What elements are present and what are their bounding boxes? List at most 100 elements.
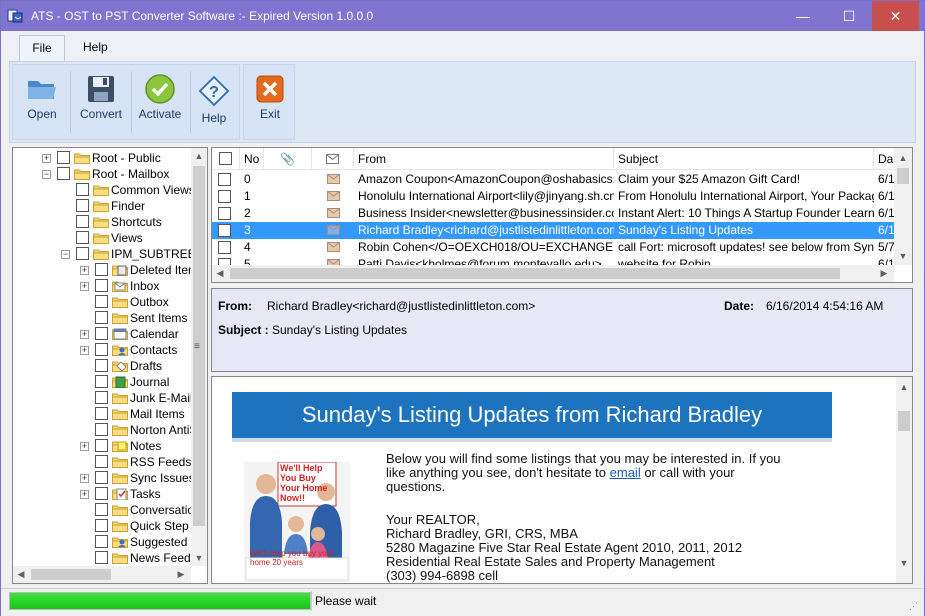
body-vertical-scrollbar[interactable]: ▲ ▼ — [896, 377, 912, 583]
open-button[interactable]: Open — [13, 67, 71, 137]
tree-item[interactable]: Norton AntiS — [13, 422, 197, 438]
tree-checkbox[interactable] — [95, 439, 108, 452]
email-link[interactable]: email — [610, 465, 641, 480]
tree-item[interactable]: Finder — [13, 198, 191, 214]
select-all-checkbox[interactable] — [219, 152, 232, 165]
tree-checkbox[interactable] — [95, 343, 108, 356]
help-button[interactable]: ? Help — [185, 67, 243, 137]
scroll-right-icon[interactable]: ▶ — [173, 566, 189, 582]
tree-checkbox[interactable] — [95, 311, 108, 324]
tree-checkbox[interactable] — [95, 327, 108, 340]
tree-item[interactable]: Drafts — [13, 358, 191, 374]
tree-item[interactable]: Sent Items — [13, 310, 191, 326]
tree-item[interactable]: Mail Items — [13, 406, 191, 422]
tree-item[interactable]: + Calendar — [13, 326, 191, 342]
title-bar[interactable]: ATS - OST to PST Converter Software :- E… — [1, 1, 924, 31]
message-row[interactable]: 0 Amazon Coupon<AmazonCoupon@oshabasics.c… — [212, 171, 894, 188]
tree-expander-icon[interactable]: + — [80, 490, 89, 499]
tree-item[interactable]: − Root - Mailbox — [13, 166, 191, 182]
row-checkbox[interactable] — [218, 224, 231, 237]
tree-item[interactable]: Conversation — [13, 502, 201, 518]
tree-expander-icon[interactable]: + — [80, 330, 89, 339]
tree-checkbox[interactable] — [57, 167, 70, 180]
scroll-down-icon[interactable]: ▼ — [896, 555, 912, 571]
header-select-all[interactable] — [212, 148, 240, 170]
convert-button[interactable]: Convert — [72, 67, 130, 137]
tree-checkbox[interactable] — [95, 519, 108, 532]
message-row[interactable]: 2 Business Insider<newsletter@businessins… — [212, 205, 894, 222]
tree-expander-icon[interactable]: + — [80, 266, 89, 275]
tree-item[interactable]: Views — [13, 230, 191, 246]
tree-item[interactable]: Junk E-Mail — [13, 390, 193, 406]
splitter-grip-icon[interactable]: ≡ — [194, 341, 200, 352]
tree-checkbox[interactable] — [57, 151, 70, 164]
tree-checkbox[interactable] — [95, 279, 108, 292]
tree-checkbox[interactable] — [95, 503, 108, 516]
list-scroll-thumb[interactable] — [897, 168, 909, 184]
tree-checkbox[interactable] — [95, 471, 108, 484]
minimize-button[interactable]: — — [780, 1, 826, 31]
folder-tree[interactable]: + Root - Public − Root - Mailbox Common View… — [12, 147, 208, 584]
row-checkbox[interactable] — [218, 241, 231, 254]
tree-checkbox[interactable] — [95, 359, 108, 372]
tree-item[interactable]: + Deleted Item — [13, 262, 198, 278]
tree-item[interactable]: − IPM_SUBTREE — [13, 246, 196, 262]
row-checkbox[interactable] — [218, 207, 231, 220]
scroll-right-icon[interactable]: ▶ — [876, 265, 892, 281]
list-vertical-scrollbar[interactable]: ▲ ▼ — [894, 148, 912, 265]
exit-button[interactable]: Exit — [241, 67, 299, 137]
header-attachment[interactable]: 📎 — [264, 148, 312, 170]
tree-expander-icon[interactable]: + — [80, 442, 89, 451]
tree-checkbox[interactable] — [95, 375, 108, 388]
tree-item[interactable]: + Contacts — [13, 342, 191, 358]
tree-checkbox[interactable] — [95, 263, 108, 276]
tree-item[interactable]: Journal — [13, 374, 191, 390]
tree-item[interactable]: News Feed — [13, 550, 191, 566]
list-horizontal-scrollbar[interactable]: ◀ ▶ — [212, 265, 894, 282]
tree-item[interactable]: Quick Step S — [13, 518, 200, 534]
scroll-down-icon[interactable]: ▼ — [191, 550, 207, 566]
scroll-left-icon[interactable]: ◀ — [212, 265, 228, 281]
tree-item[interactable]: RSS Feeds — [13, 454, 191, 470]
tree-item[interactable]: Common Views — [13, 182, 195, 198]
activate-button[interactable]: Activate — [131, 67, 189, 137]
email-body-preview[interactable]: Sunday's Listing Updates from Richard Br… — [211, 376, 913, 584]
tree-checkbox[interactable] — [76, 183, 89, 196]
tree-checkbox[interactable] — [95, 487, 108, 500]
body-scroll-thumb[interactable] — [898, 411, 910, 431]
tree-vertical-scrollbar[interactable]: ▲ ▼ — [191, 148, 207, 566]
scroll-left-icon[interactable]: ◀ — [13, 566, 29, 582]
tree-expander-icon[interactable]: + — [42, 154, 51, 163]
tree-expander-icon[interactable]: − — [61, 250, 70, 259]
message-row[interactable]: 3 Richard Bradley<richard@justlistedinlit… — [212, 222, 894, 239]
scroll-up-icon[interactable]: ▲ — [896, 379, 912, 395]
list-hscroll-thumb[interactable] — [230, 268, 840, 279]
header-date[interactable]: Da — [874, 148, 894, 170]
tree-item[interactable]: Outbox — [13, 294, 191, 310]
tree-checkbox[interactable] — [95, 535, 108, 548]
maximize-button[interactable]: ☐ — [826, 1, 872, 31]
tree-expander-icon[interactable]: − — [42, 170, 51, 179]
tree-checkbox[interactable] — [95, 391, 108, 404]
tree-checkbox[interactable] — [76, 199, 89, 212]
row-checkbox[interactable] — [218, 173, 231, 186]
tree-expander-icon[interactable]: + — [80, 282, 89, 291]
header-from[interactable]: From — [354, 148, 614, 170]
tree-item[interactable]: Suggested C — [13, 534, 199, 550]
tree-checkbox[interactable] — [76, 215, 89, 228]
row-checkbox[interactable] — [218, 190, 231, 203]
scroll-down-icon[interactable]: ▼ — [895, 248, 911, 264]
tree-expander-icon[interactable]: + — [80, 474, 89, 483]
tree-checkbox[interactable] — [76, 231, 89, 244]
tree-item[interactable]: Shortcuts — [13, 214, 191, 230]
header-subject[interactable]: Subject — [614, 148, 874, 170]
tree-checkbox[interactable] — [95, 423, 108, 436]
tree-hscroll-thumb[interactable] — [31, 569, 111, 580]
menu-help[interactable]: Help — [71, 35, 120, 61]
resize-grip-icon[interactable]: ⋰ — [909, 601, 918, 612]
message-row[interactable]: 1 Honolulu International Airport<lily@jin… — [212, 188, 894, 205]
header-read-status[interactable] — [312, 148, 354, 170]
menu-file[interactable]: File — [19, 35, 65, 61]
scroll-up-icon[interactable]: ▲ — [191, 148, 207, 164]
scroll-up-icon[interactable]: ▲ — [895, 150, 911, 166]
